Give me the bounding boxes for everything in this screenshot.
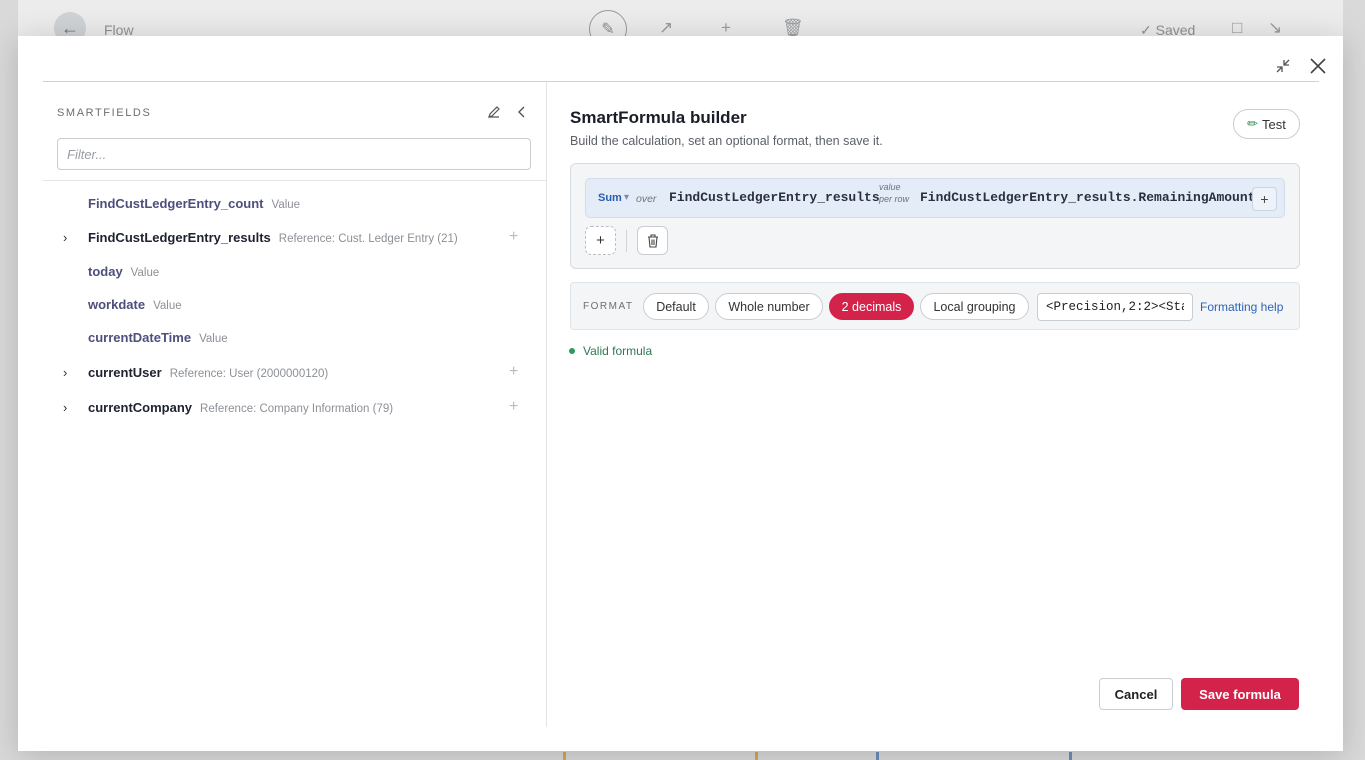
add-term-button[interactable]: + (1252, 187, 1277, 211)
divider (43, 180, 547, 181)
validation-status: Valid formula (569, 344, 652, 358)
format-option-2-decimals[interactable]: 2 decimals (829, 293, 914, 320)
tree-item-meta: Reference: User (2000000120) (169, 367, 329, 380)
formula-editor: Sum ▾ over FindCustLedgerEntry_results v… (570, 163, 1300, 269)
tree-item-label: currentUser Reference: User (2000000120) (88, 364, 329, 380)
share-icon: ↗ (659, 18, 674, 37)
format-option-local-grouping[interactable]: Local grouping (920, 293, 1029, 320)
tree-item-findcustledgerentry-results[interactable]: › FindCustLedgerEntry_results Reference: … (43, 224, 547, 250)
background-connector (1069, 752, 1072, 760)
tree-item-meta: Value (271, 198, 301, 211)
add-field-icon[interactable]: + (509, 398, 518, 416)
plus-icon: + (721, 18, 731, 37)
divider (626, 229, 627, 252)
trash-icon: 🗑 (782, 18, 804, 37)
close-icon[interactable] (1306, 54, 1330, 78)
source-field[interactable]: FindCustLedgerEntry_results (669, 190, 880, 205)
background-connector (755, 752, 758, 760)
collapse-icon: ↘ (1268, 18, 1283, 37)
smartformula-dialog: SMARTFIELDS FindCustLedgerEntry_countVal… (18, 36, 1343, 751)
save-formula-button[interactable]: Save formula (1181, 678, 1299, 710)
status-dot-icon (569, 348, 575, 354)
tree-item-currentcompany[interactable]: › currentCompany Reference: Company Infor… (43, 394, 547, 420)
format-label: FORMAT (583, 301, 634, 312)
filter-input[interactable] (57, 138, 531, 170)
format-string-input[interactable] (1037, 293, 1193, 321)
edit-icon[interactable] (486, 104, 502, 120)
smartfields-title: SMARTFIELDS (57, 107, 152, 119)
add-field-icon[interactable]: + (509, 228, 518, 246)
delete-button[interactable] (637, 226, 668, 255)
background-connector (563, 752, 566, 760)
pencil-icon: ✏ (1247, 116, 1259, 131)
formula-tools: + (585, 226, 668, 255)
tree-item-workdate[interactable]: workdate Value (43, 291, 547, 317)
tree-item-meta: Reference: Cust. Ledger Entry (21) (278, 232, 458, 245)
tree-item-meta: Value (199, 332, 228, 345)
formula-expression[interactable]: Sum ▾ over FindCustLedgerEntry_results v… (585, 178, 1285, 218)
chevron-right-icon[interactable]: › (63, 400, 75, 415)
over-label: over (636, 193, 657, 205)
value-field[interactable]: FindCustLedgerEntry_results.RemainingAmo… (920, 190, 1255, 205)
open-external-icon: □ (1232, 18, 1243, 37)
formatting-help-link[interactable]: Formatting help (1200, 300, 1283, 314)
test-button[interactable]: ✏ Test (1233, 109, 1300, 139)
tree-item-currentdatetime[interactable]: currentDateTime Value (43, 324, 547, 350)
tree-item-label: today Value (88, 263, 160, 279)
test-label: Test (1262, 116, 1286, 132)
tree-item-label: FindCustLedgerEntry_count Value (88, 195, 301, 211)
aggregate-selector[interactable]: Sum (598, 192, 622, 204)
tree-item-label: FindCustLedgerEntry_results Reference: Cu… (88, 229, 458, 245)
format-option-whole-number[interactable]: Whole number (715, 293, 823, 320)
tree-item-meta: Value (130, 266, 160, 279)
tree-item-findcustledgerentry-count[interactable]: FindCustLedgerEntry_count Value (43, 190, 547, 216)
trash-icon (647, 233, 658, 248)
minimize-icon[interactable] (1271, 54, 1295, 78)
tree-item-currentuser[interactable]: › currentUser Reference: User (2000000120… (43, 359, 547, 385)
tree-item-meta: Reference: Company Information (79) (200, 402, 394, 415)
dropdown-caret-icon: ▾ (624, 192, 630, 203)
builder-title: SmartFormula builder (570, 108, 747, 127)
format-option-default[interactable]: Default (643, 293, 709, 320)
add-row-button[interactable]: + (585, 226, 616, 255)
tree-item-label: currentCompany Reference: Company Informa… (88, 399, 394, 415)
validation-text: Valid formula (583, 344, 653, 358)
tree-item-meta: Value (153, 299, 182, 312)
smartfields-panel: SMARTFIELDS FindCustLedgerEntry_countVal… (43, 82, 547, 727)
chevron-left-icon[interactable] (514, 104, 530, 120)
format-section: FORMAT Default Whole number 2 decimals L… (570, 282, 1300, 330)
tree-item-label: workdate Value (88, 296, 182, 312)
cancel-button[interactable]: Cancel (1099, 678, 1173, 710)
chevron-right-icon[interactable]: › (63, 230, 75, 245)
dialog-header (43, 36, 1326, 82)
add-field-icon[interactable]: + (509, 363, 518, 381)
value-per-row-label: value per row (879, 182, 910, 204)
tree-item-label: currentDateTime Value (88, 329, 228, 345)
builder-subtitle: Build the calculation, set an optional f… (570, 134, 883, 148)
tree-item-today[interactable]: today Value (43, 258, 547, 284)
chevron-right-icon[interactable]: › (63, 365, 75, 380)
background-connector (876, 752, 879, 760)
formula-builder-panel: SmartFormula builder Build the calculati… (569, 82, 1300, 727)
smartfields-actions (486, 104, 530, 120)
